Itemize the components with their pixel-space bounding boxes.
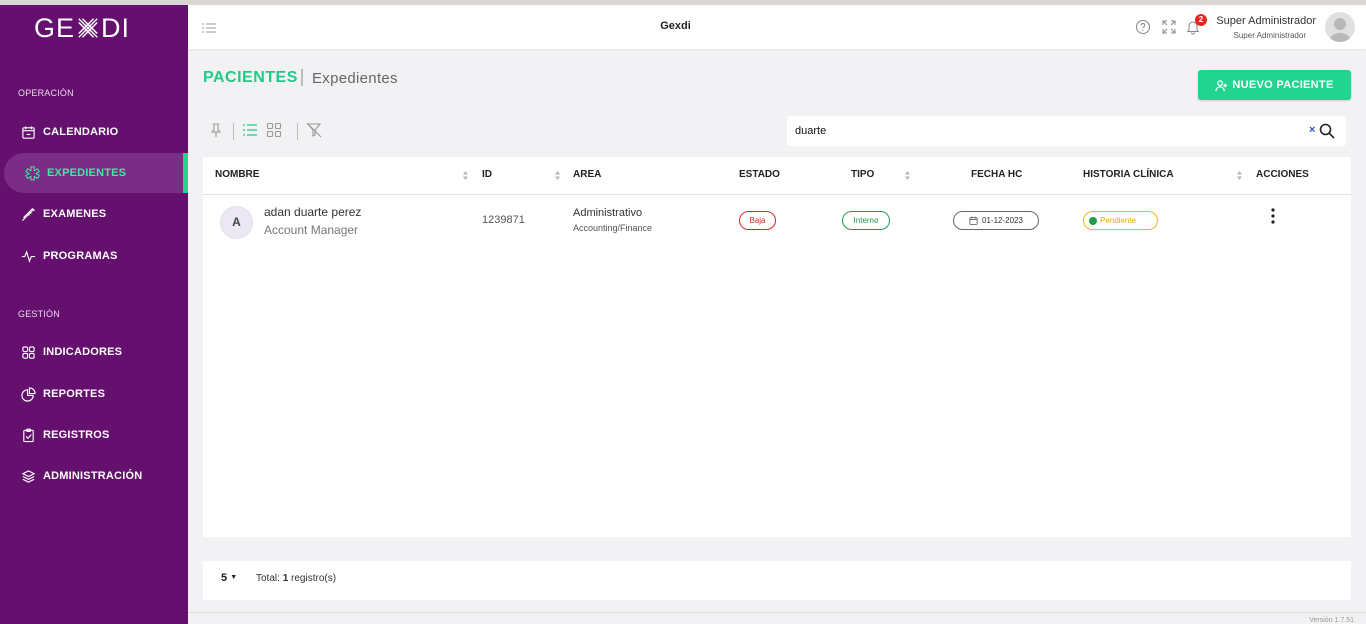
historia-label: Pendiente [1100, 216, 1137, 225]
patient-position: Account Manager [264, 223, 359, 237]
sidebar-item-label: INDICADORES [43, 346, 123, 358]
search-box: × [787, 116, 1346, 146]
section-label-gestion: GESTIÓN [18, 309, 60, 319]
tipo-label: Interno [853, 216, 879, 225]
notification-badge: 2 [1195, 14, 1207, 26]
sidebar: GE DI OPERACIÓN CALENDARIO EXPEDIENTES E… [0, 5, 188, 624]
table-header: NOMBRE ID AREA ESTADO TIPO FECHA HC HIST… [203, 157, 1351, 195]
sidebar-item-examenes[interactable]: EXAMENES [0, 196, 188, 232]
patients-table: NOMBRE ID AREA ESTADO TIPO FECHA HC HIST… [203, 157, 1351, 537]
status-dot [1089, 216, 1097, 225]
sort-icon[interactable] [904, 170, 911, 181]
user-role: Super Administrador [1233, 31, 1306, 40]
patient-area-sub: Accounting/Finance [573, 223, 653, 233]
syringe-icon [20, 206, 36, 222]
help-icon[interactable] [1135, 19, 1151, 35]
status-badge-historia[interactable]: Pendiente [1083, 211, 1158, 230]
more-actions-icon[interactable] [1271, 208, 1275, 224]
search-icon[interactable] [1319, 123, 1335, 139]
sidebar-item-label: PROGRAMAS [43, 250, 118, 262]
user-silhouette-icon [1329, 18, 1351, 42]
section-label-operacion: OPERACIÓN [18, 88, 74, 98]
sidebar-item-label: REGISTROS [43, 429, 110, 441]
logo[interactable]: GE DI [34, 12, 130, 44]
user-avatar[interactable] [1325, 12, 1355, 42]
column-header-acciones: ACCIONES [1256, 169, 1309, 180]
sidebar-item-label: EXAMENES [43, 208, 107, 220]
estado-label: Baja [749, 216, 766, 225]
page-title: PACIENTES [203, 69, 298, 86]
page-subtitle: Expedientes [312, 70, 398, 87]
sort-icon[interactable] [462, 170, 469, 181]
grid-view-icon[interactable] [266, 122, 282, 138]
patient-id: 1239871 [482, 214, 525, 226]
list-view-icon[interactable] [242, 122, 258, 138]
sort-icon[interactable] [554, 170, 561, 181]
page-size-value: 5 [221, 572, 228, 584]
header-title: Gexdi [660, 20, 691, 32]
logo-emblem-icon [78, 18, 98, 38]
version-label: Versión 1.7.51 [1309, 617, 1354, 624]
medical-icon [24, 165, 40, 181]
pin-icon[interactable] [208, 122, 224, 138]
caret-down-icon: ▼ [230, 574, 238, 581]
column-header-estado: ESTADO [739, 169, 780, 180]
search-input[interactable] [795, 122, 1295, 140]
column-header-tipo[interactable]: TIPO [851, 169, 874, 180]
sidebar-item-label: CALENDARIO [43, 126, 119, 138]
column-header-historia-clinica[interactable]: HISTORIA CLÍNICA [1083, 169, 1174, 180]
total-prefix: Total: [256, 573, 280, 584]
sidebar-item-indicadores[interactable]: INDICADORES [0, 334, 188, 370]
sidebar-item-expedientes[interactable]: EXPEDIENTES [4, 153, 188, 193]
clear-filter-icon[interactable] [306, 122, 322, 138]
status-badge-tipo: Interno [842, 211, 890, 230]
sidebar-item-administracion[interactable]: ADMINISTRACIÓN [0, 458, 188, 494]
fecha-hc-badge: 01-12-2023 [953, 211, 1039, 230]
column-header-nombre[interactable]: NOMBRE [215, 169, 259, 180]
logo-text-right: DI [101, 12, 130, 43]
pie-chart-icon [20, 386, 36, 402]
total-count: 1 [282, 573, 289, 584]
title-divider [301, 69, 303, 86]
patient-area: Administrativo [573, 207, 643, 219]
logo-text-left: GE [34, 12, 76, 43]
sort-icon[interactable] [1236, 170, 1243, 181]
patient-avatar: A [220, 206, 253, 239]
total-suffix: registro(s) [291, 573, 337, 584]
calendar-icon [969, 216, 978, 225]
column-header-fecha-hc: FECHA HC [971, 169, 1023, 180]
sidebar-item-registros[interactable]: REGISTROS [0, 417, 188, 453]
sidebar-item-reportes[interactable]: REPORTES [0, 376, 188, 412]
column-header-id[interactable]: ID [482, 169, 492, 180]
sidebar-item-programas[interactable]: PROGRAMAS [0, 238, 188, 274]
sidebar-item-label: EXPEDIENTES [47, 167, 127, 179]
top-header: Gexdi 2 Super Administrador Super Admini… [188, 5, 1366, 49]
clipboard-icon [20, 427, 36, 443]
new-patient-button[interactable]: NUEVO PACIENTE [1198, 70, 1351, 100]
page-size-select[interactable]: 5 ▼ [221, 572, 237, 584]
toolbar-divider [297, 123, 298, 140]
sidebar-item-label: ADMINISTRACIÓN [43, 470, 143, 482]
toolbar-divider [233, 123, 234, 140]
calendar-icon [20, 124, 36, 140]
table-footer: 5 ▼ Total: 1 registro(s) [203, 561, 1351, 600]
footer-divider [188, 612, 1366, 613]
grid-icon [20, 344, 36, 360]
layers-icon [20, 468, 36, 484]
user-name[interactable]: Super Administrador [1216, 15, 1316, 27]
column-header-area[interactable]: AREA [573, 169, 601, 180]
sidebar-item-calendario[interactable]: CALENDARIO [0, 114, 188, 150]
pulse-icon [20, 248, 36, 264]
sidebar-item-label: REPORTES [43, 388, 106, 400]
patient-name[interactable]: adan duarte perez [264, 205, 361, 219]
new-patient-label: NUEVO PACIENTE [1232, 79, 1334, 91]
total-records: Total: 1 registro(s) [256, 573, 336, 584]
clear-search-icon[interactable]: × [1309, 124, 1315, 136]
fullscreen-icon[interactable] [1161, 19, 1177, 35]
fecha-hc-label: 01-12-2023 [982, 216, 1023, 225]
add-user-icon [1215, 79, 1228, 91]
status-badge-estado: Baja [739, 211, 776, 230]
